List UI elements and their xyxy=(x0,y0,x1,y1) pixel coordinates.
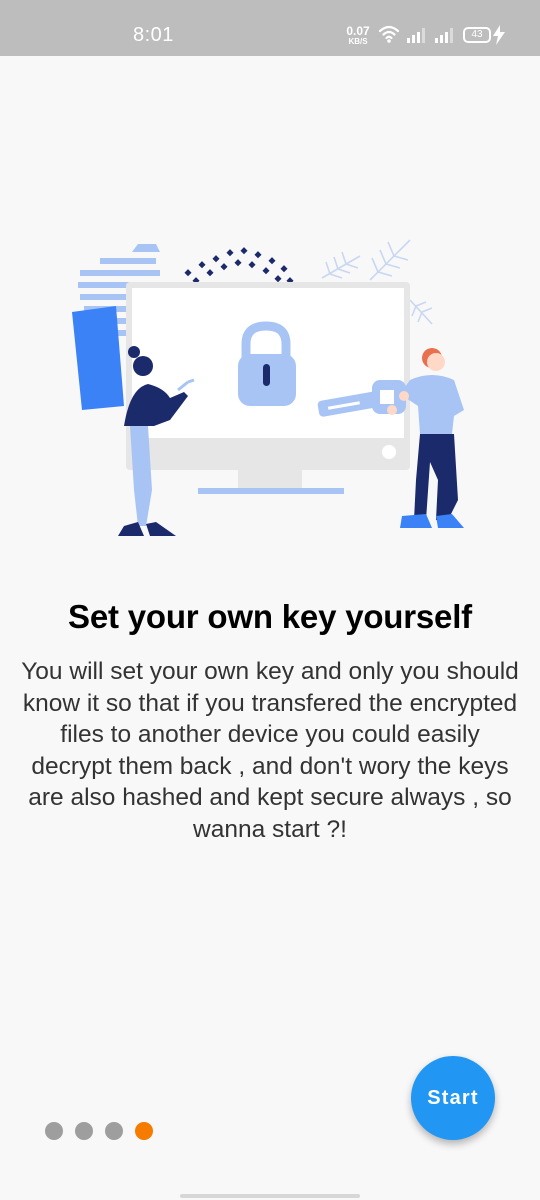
home-indicator[interactable] xyxy=(180,1194,360,1198)
page-dot xyxy=(105,1122,123,1140)
start-button[interactable]: Start xyxy=(411,1056,495,1140)
page-description: You will set your own key and only you s… xyxy=(21,658,519,843)
status-icons xyxy=(378,22,460,51)
wifi-signal-icons xyxy=(378,25,453,43)
network-speed-unit: KB/S xyxy=(348,37,368,46)
battery-icon: 43 xyxy=(463,27,491,43)
charging-icon xyxy=(493,25,505,45)
signal-icon xyxy=(435,28,453,43)
dots-decoration xyxy=(184,247,294,285)
battery-level: 43 xyxy=(471,29,483,40)
network-speed: 0.07 KB/S xyxy=(343,25,373,46)
network-speed-value: 0.07 xyxy=(346,24,370,38)
status-bar: 8:01 0.07 KB/S 43 xyxy=(0,0,540,56)
page-dot-active xyxy=(135,1122,153,1140)
signal-icon xyxy=(407,28,425,43)
page-indicator xyxy=(45,1122,153,1140)
hero-illustration xyxy=(72,239,464,536)
status-time: 8:01 xyxy=(133,24,174,46)
wifi-icon xyxy=(378,25,400,40)
document-icon xyxy=(72,306,124,410)
page-dot xyxy=(45,1122,63,1140)
page-dot xyxy=(75,1122,93,1140)
page-title: Set your own key yourself xyxy=(68,598,472,635)
